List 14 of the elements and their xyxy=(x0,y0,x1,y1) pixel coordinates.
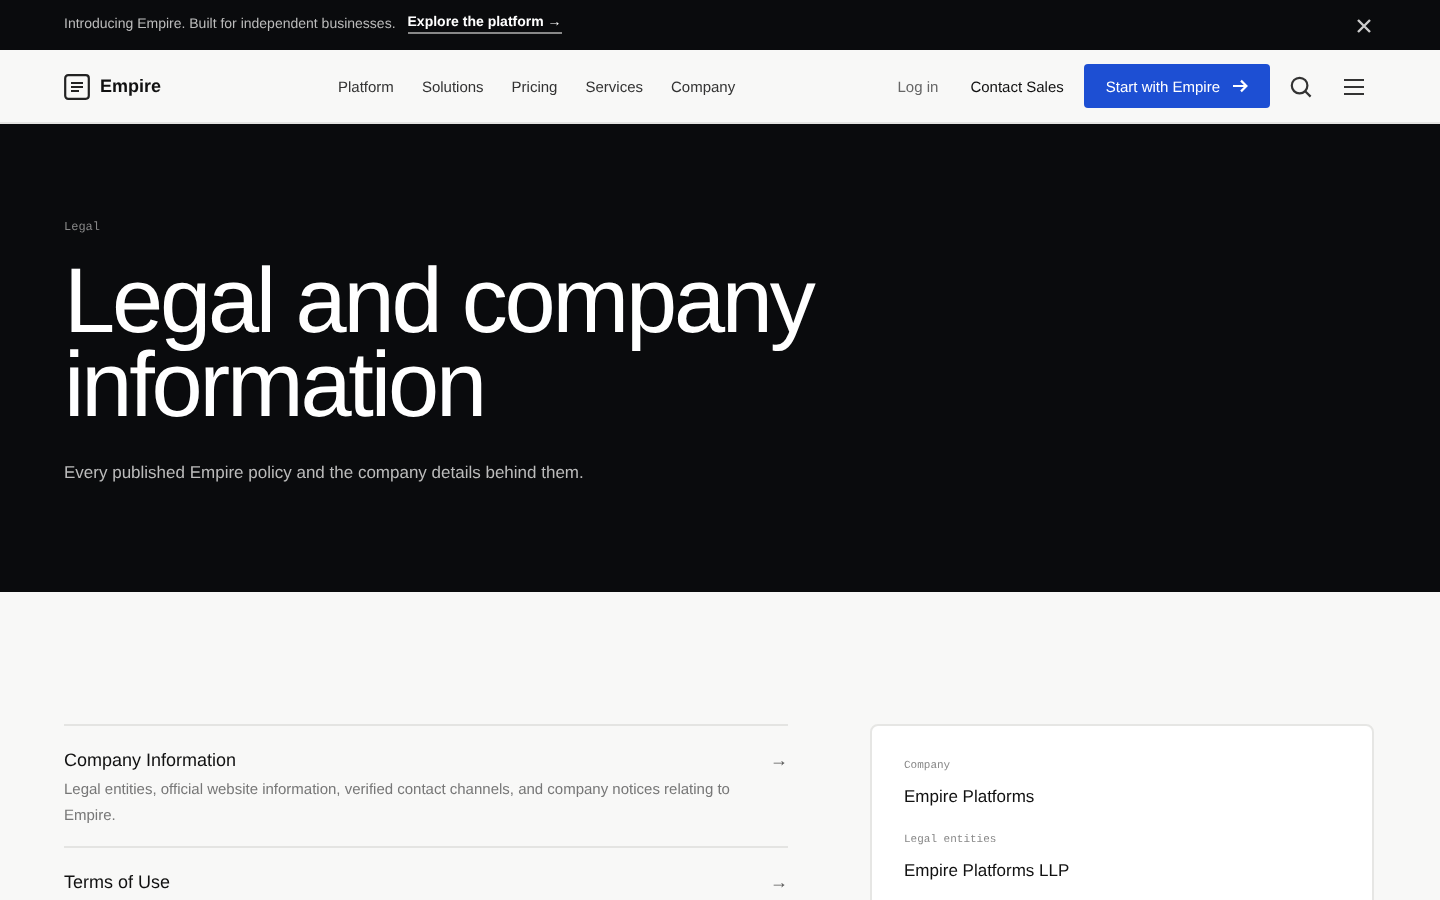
brand-name: Empire xyxy=(100,76,162,96)
section-title-link[interactable]: Terms of Use xyxy=(64,872,171,892)
close-icon[interactable] xyxy=(1356,17,1372,33)
page-subtitle: Every published Empire policy and the company details behind them. xyxy=(64,462,586,482)
arrow-glyph: → xyxy=(770,750,788,770)
card-value: Empire Platforms xyxy=(904,786,1037,806)
menu-icon[interactable] xyxy=(1344,77,1364,95)
search-icon[interactable] xyxy=(1290,75,1312,97)
page-title: Legal and company information xyxy=(64,258,816,426)
arrow-icon xyxy=(1232,78,1248,94)
logo-icon xyxy=(64,73,90,99)
card-value: Empire Platforms LLP xyxy=(904,860,1072,880)
arrow-glyph: → xyxy=(770,872,788,892)
section-title-link[interactable]: Company Information xyxy=(64,750,237,770)
